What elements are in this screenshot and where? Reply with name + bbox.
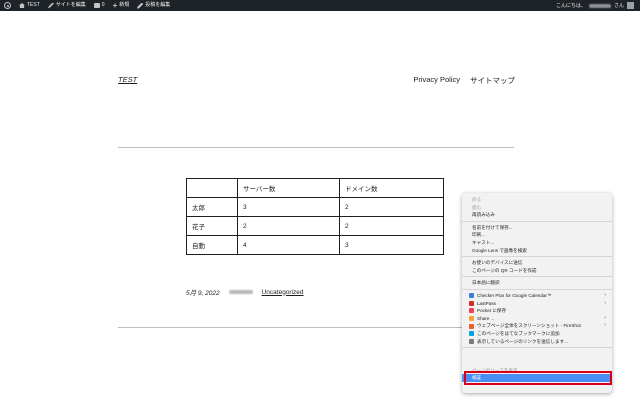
share-icon: [469, 316, 474, 322]
new-label: 新規: [119, 2, 130, 8]
menu-item-pocket[interactable]: Pocket に保存: [462, 307, 612, 315]
menu-separator: [462, 220, 612, 222]
menu-separator: [462, 276, 612, 278]
pocket-icon: [469, 308, 474, 314]
greeting-text: こんにちは、: [555, 3, 586, 9]
comments-count: 0: [101, 2, 105, 8]
footer-divider: [118, 327, 514, 328]
site-name-menu[interactable]: TEST: [19, 0, 40, 11]
hatena-bookmark-icon: [469, 331, 474, 337]
menu-item-translate[interactable]: 日本語に翻訳: [462, 279, 612, 287]
plus-icon: +: [112, 0, 118, 10]
menu-item-print[interactable]: 印刷...: [462, 231, 612, 239]
menu-item-checker-plus[interactable]: Checker Plus for Google Calendar™ ›: [462, 292, 612, 300]
site-title-link[interactable]: TEST: [118, 75, 137, 84]
greeting-suffix: さん: [613, 3, 624, 9]
table-header-cell: ドメイン数: [339, 178, 444, 198]
comments-menu[interactable]: 0: [93, 0, 105, 11]
avatar: [627, 2, 634, 9]
menu-item-label: 表示しているページのリンクを送信します...: [477, 338, 568, 344]
table-cell: 3: [237, 197, 340, 217]
menu-item-back[interactable]: 戻る: [462, 196, 612, 204]
edit-post-label: 投稿を編集: [145, 2, 171, 8]
chevron-right-icon: ›: [604, 299, 606, 306]
header-divider: [118, 147, 514, 148]
menu-separator: [462, 288, 612, 290]
menu-separator: [462, 347, 612, 349]
site-name-label: TEST: [27, 2, 40, 8]
table-cell: 花子: [186, 216, 238, 236]
blurred-author: [228, 290, 253, 294]
menu-item-label: Pocket に保存: [477, 308, 507, 314]
menu-item-label: LastPass: [477, 300, 496, 306]
menu-item-fireshot[interactable]: ウェブページ全体をスクリーンショット - FireShot ›: [462, 322, 612, 330]
menu-item-label: Checker Plus for Google Calendar™: [477, 292, 552, 298]
annotation-highlight-box: [464, 371, 612, 385]
menu-item-label: Share ...: [477, 315, 495, 321]
menu-item-save-as[interactable]: 名前を付けて保存...: [462, 224, 612, 232]
menu-item-forward[interactable]: 進む: [462, 204, 612, 212]
home-icon: [19, 3, 25, 8]
context-menu: 戻る 進む 再読み込み 名前を付けて保存... 印刷... キャスト... Go…: [462, 193, 612, 393]
table-cell: 太郎: [186, 197, 238, 217]
new-content-menu[interactable]: + 新規: [113, 0, 130, 11]
menu-item-send-link[interactable]: 表示しているページのリンクを送信します...: [462, 338, 612, 346]
menu-item-reload[interactable]: 再読み込み: [462, 211, 612, 219]
table-cell: 2: [339, 197, 444, 217]
comment-icon: [93, 3, 100, 8]
post-meta: 5月 9, 2022 Uncategorized: [186, 287, 304, 298]
menu-item-label: ウェブページ全体をスクリーンショット - FireShot: [477, 323, 581, 329]
blurred-username: [588, 3, 611, 8]
nav-privacy-policy[interactable]: Privacy Policy: [413, 75, 460, 86]
nav-sitemap[interactable]: サイトマップ: [470, 75, 515, 86]
admin-bar: TEST サイトを編集 0 + 新規 投稿を編集 こんにちは、 さん: [0, 0, 640, 11]
customize-label: サイトを編集: [55, 2, 86, 8]
table-row: 太郎 3 2: [186, 197, 444, 217]
menu-item-google-lens[interactable]: Google Lens で画像を検索: [462, 247, 612, 255]
table-cell: 3: [339, 235, 444, 255]
menu-item-label: このページをはてなブックマークに追加: [477, 330, 560, 336]
my-account-menu[interactable]: こんにちは、 さん: [556, 2, 634, 9]
primary-nav: Privacy Policy サイトマップ: [413, 75, 515, 86]
table-header-cell: サーバー数: [237, 178, 340, 198]
edit-post-menu[interactable]: 投稿を編集: [137, 0, 170, 11]
menu-item-send-to-device[interactable]: お使いのデバイスに送信: [462, 259, 612, 267]
customize-site-menu[interactable]: サイトを編集: [47, 0, 86, 11]
chevron-right-icon: ›: [604, 314, 606, 321]
wordpress-logo-menu[interactable]: [4, 2, 11, 9]
table-header-cell: [186, 178, 238, 198]
table-cell: 2: [339, 216, 444, 236]
table-cell: 4: [237, 235, 340, 255]
menu-item-lastpass[interactable]: LastPass ›: [462, 300, 612, 308]
chevron-right-icon: ›: [604, 322, 606, 329]
chevron-right-icon: ›: [604, 291, 606, 298]
menu-item-hatena-bookmark[interactable]: このページをはてなブックマークに追加: [462, 330, 612, 338]
pencil-icon: [137, 2, 144, 9]
table-row: 自動 4 3: [186, 235, 444, 255]
post-date[interactable]: 5月 9, 2022: [186, 287, 220, 297]
menu-separator: [462, 256, 612, 258]
table-row: 花子 2 2: [186, 216, 444, 236]
lastpass-icon: [469, 300, 474, 306]
data-table: サーバー数 ドメイン数 太郎 3 2 花子 2 2 自動 4 3: [186, 178, 444, 255]
menu-item-share[interactable]: Share ... ›: [462, 315, 612, 323]
link-icon: [469, 338, 474, 344]
wordpress-icon: [4, 2, 11, 9]
post-category-link[interactable]: Uncategorized: [262, 289, 304, 296]
menu-item-qr-code[interactable]: このページの QR コードを作成: [462, 267, 612, 275]
table-cell: 自動: [186, 235, 238, 255]
calendar-icon: [469, 293, 474, 299]
table-header-row: サーバー数 ドメイン数: [186, 178, 444, 198]
menu-item-cast[interactable]: キャスト...: [462, 239, 612, 247]
table-cell: 2: [237, 216, 340, 236]
paintbrush-icon: [47, 2, 54, 9]
fireshot-icon: [469, 323, 474, 329]
